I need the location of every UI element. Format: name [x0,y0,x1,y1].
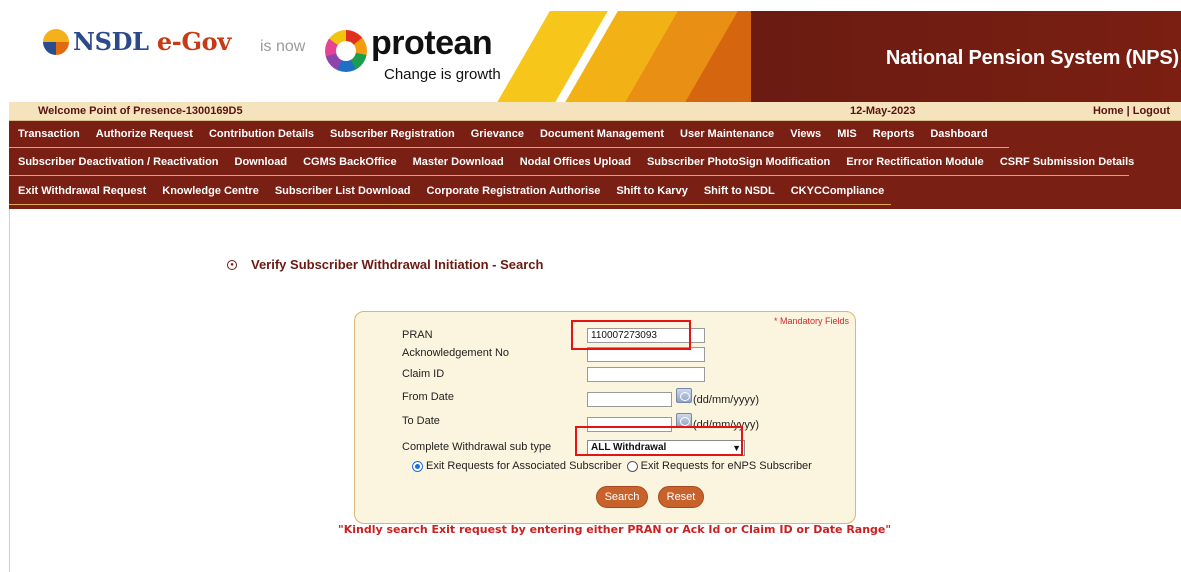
menu-row-3: Exit Withdrawal Request Knowledge Centre… [9,178,891,205]
current-date: 12-May-2023 [850,105,916,117]
main-content: ● Verify Subscriber Withdrawal Initiatio… [9,209,1181,572]
menu-item-document-management[interactable]: Document Management [540,128,664,140]
logo-egov-text: e-Gov [156,27,232,56]
menu-row-2: Subscriber Deactivation / Reactivation D… [9,149,1134,176]
nsdl-logo-icon [43,29,69,55]
claim-label: Claim ID [402,368,445,380]
radio-associated-subscriber[interactable] [412,460,423,472]
main-menu: Transaction Authorize Request Contributi… [9,121,1181,209]
search-button[interactable]: Search [596,486,648,508]
menu-item-nodal-offices-upload[interactable]: Nodal Offices Upload [520,156,631,168]
subtype-highlight-box [575,426,743,456]
menu-item-download[interactable]: Download [235,156,288,168]
menu-item-photosign-modification[interactable]: Subscriber PhotoSign Modification [647,156,830,168]
to-date-label: To Date [402,415,440,427]
system-title: National Pension System (NPS) [885,47,1179,69]
welcome-text: Welcome Point of Presence-1300169D5 [38,105,243,117]
page-title-text: Verify Subscriber Withdrawal Initiation … [251,257,544,272]
menu-item-subscriber-registration[interactable]: Subscriber Registration [330,128,455,140]
menu-item-reports[interactable]: Reports [873,128,915,140]
mandatory-note: * Mandatory Fields [773,316,849,326]
nsdl-egov-logo: NSDL e-Gov [73,27,231,56]
menu-item-shift-to-nsdl[interactable]: Shift to NSDL [704,185,775,197]
from-calendar-icon[interactable] [676,388,692,403]
from-date-input[interactable] [587,392,672,407]
from-date-label: From Date [402,391,454,403]
menu-item-ckyc-compliance[interactable]: CKYCCompliance [791,185,885,197]
menu-item-master-download[interactable]: Master Download [413,156,504,168]
claim-input[interactable] [587,367,705,382]
pran-highlight-box [571,320,691,350]
protean-logo-icon [325,30,367,72]
menu-item-contribution-details[interactable]: Contribution Details [209,128,314,140]
subtype-label: Complete Withdrawal sub type [402,441,552,453]
protean-name: protean [371,24,493,62]
menu-item-subscriber-list-download[interactable]: Subscriber List Download [275,185,411,197]
radio-enps-label: Exit Requests for eNPS Subscriber [640,460,812,472]
search-hint: "Kindly search Exit request by entering … [338,523,892,536]
radio-associated-label: Exit Requests for Associated Subscriber [426,460,622,472]
menu-item-mis[interactable]: MIS [837,128,857,140]
menu-row-1: Transaction Authorize Request Contributi… [9,121,1009,148]
menu-item-cgms-backoffice[interactable]: CGMS BackOffice [303,156,397,168]
menu-item-corporate-registration[interactable]: Corporate Registration Authorise [427,185,601,197]
header-banner: NSDL e-Gov is now protean Change is grow… [9,11,1181,102]
menu-item-user-maintenance[interactable]: User Maintenance [680,128,774,140]
ack-label: Acknowledgement No [402,347,510,359]
menu-item-error-rectification[interactable]: Error Rectification Module [846,156,984,168]
menu-item-subscriber-deactivation[interactable]: Subscriber Deactivation / Reactivation [18,156,219,168]
exit-request-type: Exit Requests for Associated Subscriber … [412,460,812,472]
protean-tagline: Change is growth [384,66,501,83]
home-logout-links[interactable]: Home | Logout [1093,105,1170,117]
menu-item-knowledge-centre[interactable]: Knowledge Centre [162,185,259,197]
logo-nsdl-text: NSDL [73,27,149,56]
welcome-bar: Welcome Point of Presence-1300169D5 12-M… [9,102,1181,121]
menu-item-transaction[interactable]: Transaction [18,128,80,140]
pran-label: PRAN [402,329,433,341]
menu-item-views[interactable]: Views [790,128,821,140]
menu-item-authorize-request[interactable]: Authorize Request [96,128,193,140]
bullet-icon: ● [227,259,237,270]
from-date-format: (dd/mm/yyyy) [693,394,759,406]
reset-button[interactable]: Reset [658,486,704,508]
menu-item-exit-withdrawal-request[interactable]: Exit Withdrawal Request [18,185,146,197]
menu-item-csrf-submission[interactable]: CSRF Submission Details [1000,156,1134,168]
menu-item-dashboard[interactable]: Dashboard [930,128,987,140]
menu-item-grievance[interactable]: Grievance [471,128,524,140]
page-title: ● Verify Subscriber Withdrawal Initiatio… [227,257,543,272]
radio-enps-subscriber[interactable] [626,460,638,472]
menu-item-shift-to-karvy[interactable]: Shift to Karvy [616,185,688,197]
is-now-text: is now [260,38,306,55]
